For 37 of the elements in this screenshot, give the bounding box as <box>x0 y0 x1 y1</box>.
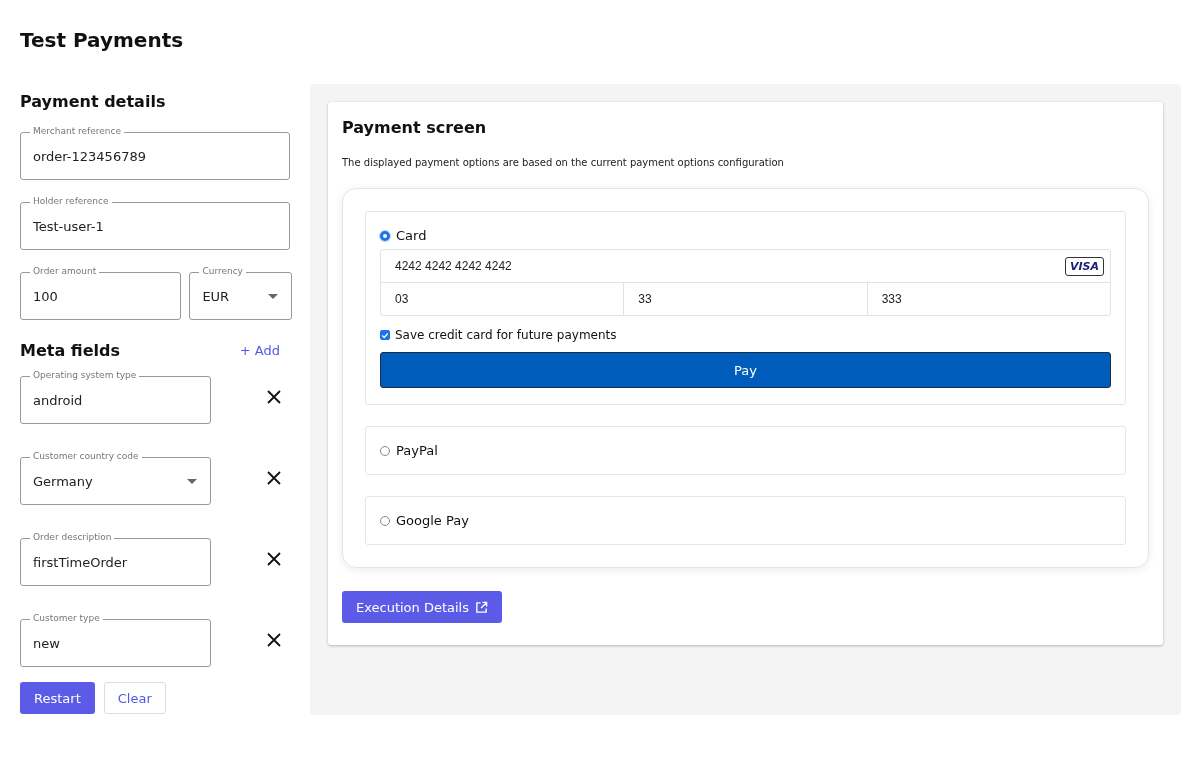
method-label: Google Pay <box>396 513 469 528</box>
input-field[interactable]: Operating system type android <box>20 369 211 424</box>
close-icon[interactable] <box>267 551 281 566</box>
section-title: Payment details <box>20 92 167 111</box>
select-field[interactable]: Customer country code Germany <box>20 450 211 505</box>
execution-details-button[interactable]: Execution Details <box>342 591 502 623</box>
close-icon[interactable] <box>267 470 281 485</box>
pay-button[interactable]: Pay <box>380 352 1111 388</box>
expiry-year-field[interactable]: 33 <box>623 283 867 315</box>
close-icon[interactable] <box>267 632 281 647</box>
card-brand-logo: VISA <box>1064 256 1104 276</box>
input-field[interactable]: Order description firstTimeOrder <box>20 531 211 586</box>
method-label: Card <box>396 228 427 243</box>
method-label: PayPal <box>396 443 438 458</box>
select-field[interactable]: Currency EUR <box>189 265 292 320</box>
description-text: The displayed payment options are based on the current payment options configuration <box>342 157 785 168</box>
add-link[interactable]: + Add <box>239 343 280 358</box>
payment-method[interactable]: Google Pay <box>365 496 1126 545</box>
payment-method[interactable]: Card 4242 4242 4242 4242 VISA 03 33 333 Save credit card for future payments Pay <box>365 211 1126 405</box>
card-number-field[interactable]: 4242 4242 4242 4242 VISA <box>381 250 1110 283</box>
payment-method[interactable]: PayPal <box>365 426 1126 475</box>
checkbox-label: Save credit card for future payments <box>395 328 617 342</box>
restart-button[interactable]: Restart <box>20 682 95 714</box>
page-title: Test Payments <box>20 28 185 52</box>
clear-button[interactable]: Clear <box>103 682 166 714</box>
input-field[interactable]: Customer type new <box>20 612 211 667</box>
input-field[interactable]: Holder reference Test-user-1 <box>20 195 290 250</box>
radio-button[interactable] <box>380 230 390 241</box>
close-icon[interactable] <box>267 389 281 404</box>
cvc-field[interactable]: 333 <box>866 283 1110 315</box>
input-field[interactable]: Merchant reference order-123456789 <box>20 125 290 180</box>
input-field[interactable]: Order amount 100 <box>20 265 182 320</box>
card-title: Payment screen <box>342 118 488 137</box>
checkbox[interactable] <box>380 330 390 340</box>
external-link-icon <box>475 600 488 614</box>
section-title: Meta fields <box>20 341 120 360</box>
expiry-month-field[interactable]: 03 <box>381 283 624 315</box>
